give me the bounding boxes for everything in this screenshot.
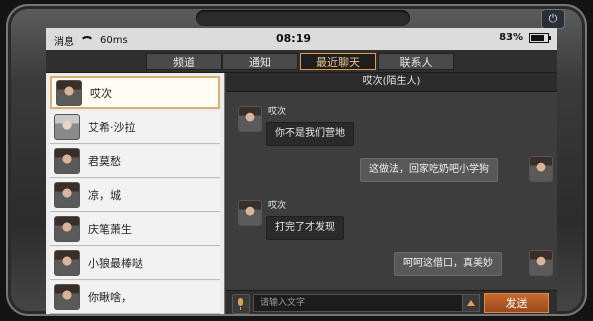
- frame-top-bar: [196, 10, 410, 26]
- contact-name: 哎次: [90, 86, 112, 100]
- chat-messages: 哎次 你不是我们营地 这做法，回家吃奶吧小学狗 哎次 打完了才发现 呵呵这借口，…: [226, 92, 557, 288]
- contact-name: 小狼最棒哒: [88, 257, 143, 270]
- tab-contacts[interactable]: 联系人: [378, 53, 454, 70]
- avatar: [529, 156, 553, 182]
- contact-name: 艾希·沙拉: [88, 121, 136, 134]
- send-button[interactable]: 发送: [484, 293, 549, 313]
- message-bubble: 打完了才发现: [266, 216, 344, 240]
- avatar: [238, 200, 262, 226]
- contact-name: 你瞅啥，: [88, 291, 132, 304]
- contact-name: 凉，城: [88, 189, 121, 202]
- clock: 08:19: [276, 32, 312, 45]
- power-icon[interactable]: ⏻: [541, 9, 565, 29]
- contact-item[interactable]: 凉，城: [50, 179, 220, 212]
- wifi-icon: [80, 35, 94, 46]
- contact-name: 君莫愁: [88, 155, 121, 168]
- expand-up-icon[interactable]: [462, 294, 480, 312]
- input-bar: 发送: [226, 290, 557, 314]
- carrier-label: 消息: [54, 37, 74, 48]
- avatar: [529, 250, 553, 276]
- phone-screen: 消息 60ms 08:19 83% 频道 通知 最近聊天 联系人 哎次 艾希·沙…: [46, 28, 557, 314]
- avatar: [54, 250, 80, 276]
- message-bubble: 你不是我们营地: [266, 122, 354, 146]
- avatar: [54, 216, 80, 242]
- tab-notifications[interactable]: 通知: [222, 53, 298, 70]
- message-input[interactable]: [253, 294, 467, 312]
- battery-label: 83%: [499, 32, 523, 43]
- message-bubble: 这做法，回家吃奶吧小学狗: [360, 158, 498, 182]
- battery-icon: [529, 32, 551, 43]
- tab-recent-chats[interactable]: 最近聊天: [300, 53, 376, 70]
- message-bubble: 呵呵这借口，真美妙: [394, 252, 502, 276]
- contact-item[interactable]: 庆笔萧生: [50, 213, 220, 246]
- avatar: [54, 182, 80, 208]
- contact-item[interactable]: 你瞅啥，: [50, 281, 220, 314]
- avatar: [56, 79, 82, 106]
- status-bar: 消息 60ms 08:19 83%: [46, 28, 557, 50]
- contact-name: 庆笔萧生: [88, 223, 132, 236]
- avatar: [54, 284, 80, 310]
- avatar: [54, 114, 80, 140]
- contact-list: 哎次 艾希·沙拉 君莫愁 凉，城 庆笔萧生 小狼最棒哒 你瞅啥，: [46, 73, 225, 314]
- message-sender: 哎次: [268, 107, 287, 117]
- tab-bar: 频道 通知 最近聊天 联系人: [46, 50, 557, 73]
- chat-title: 哎次(陌生人): [226, 73, 557, 92]
- contact-item[interactable]: 君莫愁: [50, 145, 220, 178]
- contact-item[interactable]: 小狼最棒哒: [50, 247, 220, 280]
- contact-item[interactable]: 哎次: [50, 76, 220, 109]
- microphone-icon[interactable]: [232, 294, 250, 314]
- contact-item[interactable]: 艾希·沙拉: [50, 111, 220, 144]
- avatar: [238, 106, 262, 132]
- avatar: [54, 148, 80, 174]
- signal-label: 60ms: [100, 35, 128, 46]
- tab-channel[interactable]: 频道: [146, 53, 222, 70]
- message-sender: 哎次: [268, 201, 287, 211]
